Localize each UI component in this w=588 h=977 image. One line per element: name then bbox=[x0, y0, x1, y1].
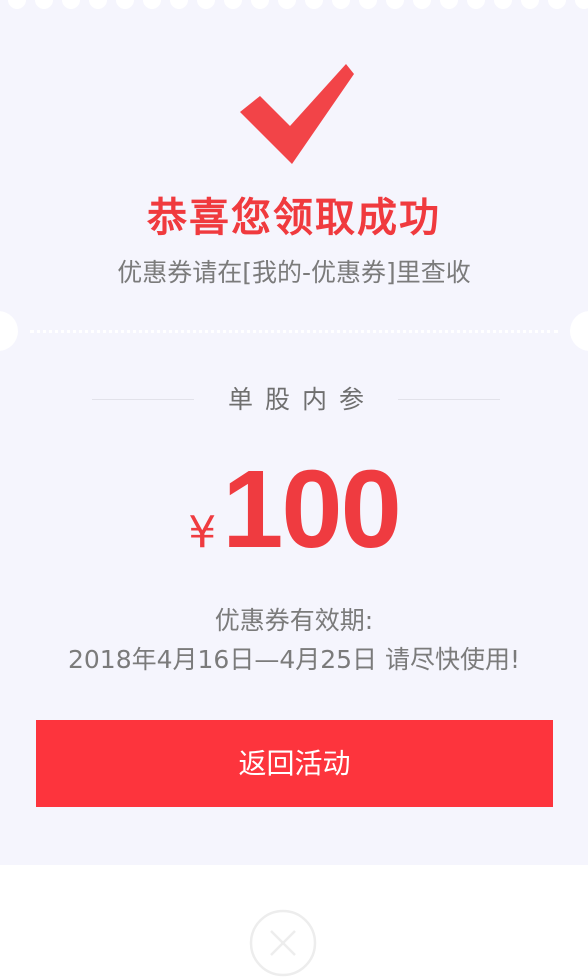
scallop-dot bbox=[548, 0, 566, 9]
amount-value: 100 bbox=[222, 448, 402, 571]
scallop-dot bbox=[89, 0, 107, 9]
coupon-location-hint: 优惠券请在[我的-优惠券]里查收 bbox=[117, 258, 471, 287]
return-to-activity-button[interactable]: 返回活动 bbox=[36, 720, 553, 807]
scallop-dot bbox=[116, 0, 134, 9]
coupon-card: 恭喜您领取成功 优惠券请在[我的-优惠券]里查收 单股内参 ¥100 优惠券有效… bbox=[0, 0, 588, 865]
coupon-amount: ¥100 bbox=[0, 455, 588, 575]
scallop-dot bbox=[386, 0, 404, 9]
scallop-dot bbox=[467, 0, 485, 9]
scallop-dot bbox=[305, 0, 323, 9]
scalloped-edge bbox=[0, 0, 588, 11]
scallop-dot bbox=[251, 0, 269, 9]
scallop-dot bbox=[170, 0, 188, 9]
product-name: 单股内参 bbox=[227, 385, 376, 414]
validity-label: 优惠券有效期: bbox=[214, 606, 374, 635]
scallop-dot bbox=[494, 0, 512, 9]
scallop-dot bbox=[35, 0, 53, 9]
scallop-dot bbox=[224, 0, 242, 9]
ticket-notch-right bbox=[570, 311, 588, 351]
divider-line-right bbox=[398, 399, 500, 400]
scallop-dot bbox=[8, 0, 26, 9]
check-icon bbox=[240, 64, 354, 164]
scallop-dot bbox=[440, 0, 458, 9]
perforation-divider bbox=[30, 330, 558, 333]
scallop-dot bbox=[413, 0, 431, 9]
scallop-dot bbox=[278, 0, 296, 9]
currency-symbol: ¥ bbox=[188, 507, 217, 558]
scallop-dot bbox=[359, 0, 377, 9]
scallop-dot bbox=[143, 0, 161, 9]
product-row: 单股内参 bbox=[92, 380, 500, 420]
scallop-dot bbox=[197, 0, 215, 9]
close-icon[interactable] bbox=[249, 909, 317, 977]
success-title: 恭喜您领取成功 bbox=[147, 195, 441, 241]
scallop-dot bbox=[575, 0, 588, 9]
scallop-dot bbox=[62, 0, 80, 9]
scallop-dot bbox=[332, 0, 350, 9]
validity-range: 2018年4月16日—4月25日 请尽快使用! bbox=[67, 645, 521, 674]
scallop-dot bbox=[521, 0, 539, 9]
ticket-notch-left bbox=[0, 311, 18, 351]
